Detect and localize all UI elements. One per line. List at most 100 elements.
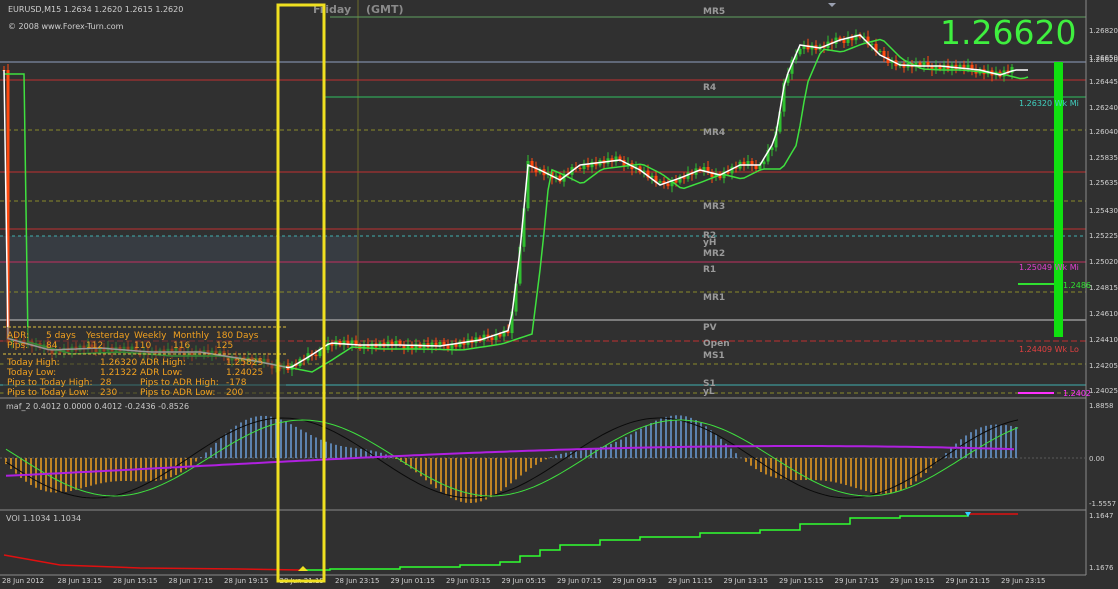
candle-body xyxy=(878,51,882,52)
osc-axis-mid: 0.00 xyxy=(1089,455,1105,463)
pivot-level-label: R4 xyxy=(703,83,716,93)
candle-body xyxy=(490,337,494,340)
price-axis[interactable]: 1.268201.266501.266201.264451.262401.260… xyxy=(1089,27,1118,395)
today-low-value: 1.21322 xyxy=(100,368,137,378)
price-axis-label: 1.24205 xyxy=(1089,362,1118,370)
pivot-level-label: yH xyxy=(703,238,716,248)
time-axis-label: 29 Jun 19:15 xyxy=(890,577,934,585)
today-low-label: Today Low: xyxy=(6,368,56,378)
candle-body xyxy=(798,49,802,55)
chart-header: EURUSD,M15 1.2634 1.2620 1.2615 1.2620 xyxy=(8,5,183,14)
voi-title: VOI 1.1034 1.1034 xyxy=(6,514,81,523)
price-axis-label: 1.26040 xyxy=(1089,128,1118,136)
time-axis-label: 28 Jun 17:15 xyxy=(169,577,213,585)
price-axis-label: 1.26445 xyxy=(1089,78,1118,86)
time-axis-label: 29 Jun 05:15 xyxy=(502,577,546,585)
time-axis-label: 28 Jun 19:15 xyxy=(224,577,268,585)
candle-body xyxy=(658,181,662,183)
voi-axis-bottom: 1.1676 xyxy=(1089,564,1114,572)
time-axis-label: 28 Jun 2012 xyxy=(2,577,44,585)
price-axis-label: 1.25635 xyxy=(1089,179,1118,187)
time-axis-label: 29 Jun 01:15 xyxy=(391,577,435,585)
adr-low-value: 1.24025 xyxy=(226,368,263,378)
time-axis-label: 29 Jun 17:15 xyxy=(835,577,879,585)
time-axis-label: 28 Jun 13:15 xyxy=(58,577,102,585)
candle-body xyxy=(314,354,318,357)
candle-body xyxy=(446,345,450,349)
price-axis-label: 1.26240 xyxy=(1089,104,1118,112)
price-axis-label: 1.25835 xyxy=(1089,154,1118,162)
pivot-level-label: yL xyxy=(703,387,715,397)
adr-col-monthly: Monthly xyxy=(173,331,210,341)
price-axis-label: 1.24025 xyxy=(1089,387,1118,395)
pivot-level-label: MR1 xyxy=(703,293,725,303)
candle-body xyxy=(870,43,874,45)
adr-high-value: 1.25825 xyxy=(226,358,263,368)
price-axis-label: 1.25225 xyxy=(1089,232,1118,240)
time-axis-label: 29 Jun 13:15 xyxy=(724,577,768,585)
wk-low-label: 1.24409 Wk Lo xyxy=(1019,345,1079,354)
price-box-1: 1.2486 xyxy=(1063,281,1091,290)
pivot-level-label: MR4 xyxy=(703,128,725,138)
price-axis-label: 1.25020 xyxy=(1089,258,1118,266)
price-axis-label: 1.24815 xyxy=(1089,284,1118,292)
pivot-level-label: R1 xyxy=(703,265,716,275)
osc-axis-top: 1.8858 xyxy=(1089,402,1114,410)
time-axis-label: 28 Jun 23:15 xyxy=(335,577,379,585)
pips-adr-high-value: -178 xyxy=(226,378,247,388)
pips-monthly: 116 xyxy=(173,341,190,351)
osc-axis-bottom: -1.5557 xyxy=(1089,500,1116,508)
timezone-label: (GMT) xyxy=(366,3,404,16)
adr-stats-panel: ADR: 5 days Yesterday Weekly Monthly 180… xyxy=(3,326,286,398)
pivot-level-label: PV xyxy=(703,323,717,333)
pivot-level-label: Open xyxy=(703,339,730,349)
adr-low-label: ADR Low: xyxy=(140,368,182,378)
pips-weekly: 110 xyxy=(134,341,151,351)
current-price-display: 1.26620 xyxy=(940,13,1076,52)
wk-mid2-label: 1.25049 Wk Mi xyxy=(1019,263,1079,272)
pips-yesterday: 112 xyxy=(86,341,103,351)
pivot-level-label: MR3 xyxy=(703,202,725,212)
candle-body xyxy=(430,342,434,348)
candle-body xyxy=(370,343,374,349)
candle-body xyxy=(386,341,390,347)
pips-today-high-label: Pips to Today High: xyxy=(7,378,93,388)
pips-today-high-value: 28 xyxy=(100,378,112,388)
pivot-level-label: MR5 xyxy=(703,7,725,17)
pips-today-low-value: 230 xyxy=(100,388,117,398)
pips-row-label: Pips: xyxy=(7,341,28,351)
pivot-zone-shade xyxy=(0,236,358,320)
today-high-label: Today High: xyxy=(6,358,60,368)
adr-col-weekly: Weekly xyxy=(134,331,167,341)
pips-today-low-label: Pips to Today Low: xyxy=(7,388,89,398)
candle-body xyxy=(842,40,846,43)
price-axis-label: 1.26820 xyxy=(1089,27,1118,35)
wk-mid-label: 1.26320 Wk Mi xyxy=(1019,99,1079,108)
candle-body xyxy=(578,168,582,169)
price-box-2: 1.2402 xyxy=(1063,389,1091,398)
adr-row-label: ADR: xyxy=(7,331,29,341)
pips-5days: 84 xyxy=(46,341,58,351)
pips-adr-low-label: Pips to ADR Low: xyxy=(140,388,215,398)
pips-adr-high-label: Pips to ADR High: xyxy=(140,378,219,388)
adr-col-180days: 180 Days xyxy=(216,331,259,341)
time-axis-label: 29 Jun 07:15 xyxy=(557,577,601,585)
candle-body xyxy=(666,183,670,187)
price-axis-label: 1.24410 xyxy=(1089,336,1118,344)
time-axis-label: 29 Jun 03:15 xyxy=(446,577,490,585)
time-axis-label: 29 Jun 15:15 xyxy=(779,577,823,585)
time-axis-label: 28 Jun 15:15 xyxy=(113,577,157,585)
today-high-value: 1.26320 xyxy=(100,358,137,368)
chart-canvas[interactable]: MR5R4MR4MR3R2yHMR2R1MR1PVOpenMS1S1yL EUR… xyxy=(0,0,1118,589)
price-axis-label: 1.25430 xyxy=(1089,207,1118,215)
adr-col-5days: 5 days xyxy=(46,331,76,341)
copyright-text: © 2008 www.Forex-Turn.com xyxy=(8,22,124,31)
voi-axis-top: 1.1647 xyxy=(1089,512,1114,520)
adr-col-yesterday: Yesterday xyxy=(85,331,130,341)
adr-high-label: ADR High: xyxy=(140,358,186,368)
pivot-level-label: MS1 xyxy=(703,351,725,361)
price-axis-label: 1.26620 xyxy=(1089,56,1118,64)
time-axis-label: 29 Jun 09:15 xyxy=(613,577,657,585)
time-axis-label: 29 Jun 11:15 xyxy=(668,577,712,585)
time-axis-label: 29 Jun 21:15 xyxy=(946,577,990,585)
